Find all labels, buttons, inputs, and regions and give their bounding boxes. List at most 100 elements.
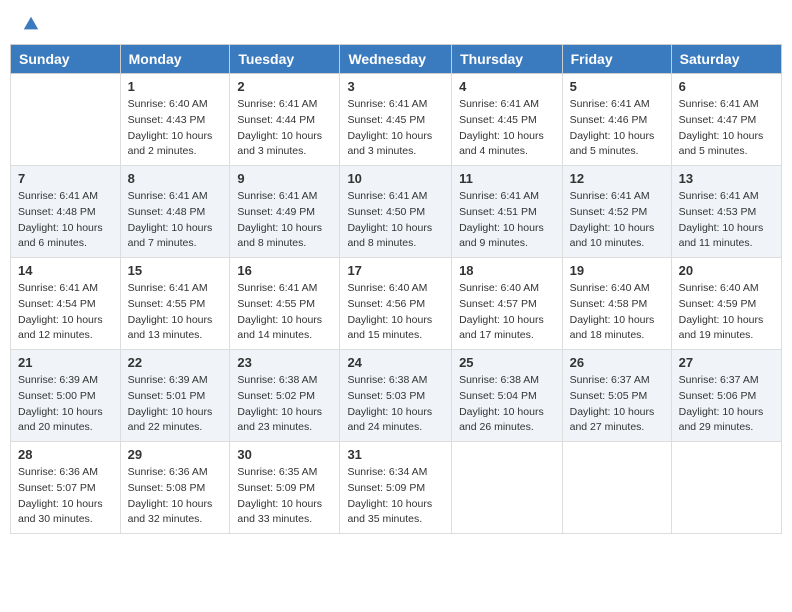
calendar-cell: 21 Sunrise: 6:39 AM Sunset: 5:00 PM Dayli…: [11, 350, 121, 442]
calendar-cell: 6Sunrise: 6:41 AM Sunset: 4:47 PM Daylig…: [671, 74, 781, 166]
day-info: Sunrise: 6:41 AM Sunset: 4:51 PM Dayligh…: [459, 189, 555, 252]
calendar-cell: 1 Sunrise: 6:40 AM Sunset: 4:43 PM Daylig…: [120, 74, 230, 166]
calendar-cell: 9 Sunrise: 6:41 AM Sunset: 4:49 PM Daylig…: [230, 166, 340, 258]
day-number: 26: [570, 355, 664, 370]
calendar-cell: 27Sunrise: 6:37 AM Sunset: 5:06 PM Dayli…: [671, 350, 781, 442]
day-info: Sunrise: 6:41 AM Sunset: 4:44 PM Dayligh…: [237, 97, 332, 160]
day-number: 13: [679, 171, 774, 186]
calendar-cell: 26 Sunrise: 6:37 AM Sunset: 5:05 PM Dayli…: [562, 350, 671, 442]
calendar-cell: [671, 442, 781, 534]
day-info: Sunrise: 6:40 AM Sunset: 4:43 PM Dayligh…: [128, 97, 223, 160]
day-info: Sunrise: 6:37 AM Sunset: 5:05 PM Dayligh…: [570, 373, 664, 436]
day-info: Sunrise: 6:38 AM Sunset: 5:03 PM Dayligh…: [347, 373, 444, 436]
calendar-cell: 30 Sunrise: 6:35 AM Sunset: 5:09 PM Dayli…: [230, 442, 340, 534]
day-number: 20: [679, 263, 774, 278]
day-number: 11: [459, 171, 555, 186]
day-number: 16: [237, 263, 332, 278]
day-number: 3: [347, 79, 444, 94]
day-info: Sunrise: 6:41 AM Sunset: 4:49 PM Dayligh…: [237, 189, 332, 252]
calendar-cell: [11, 74, 121, 166]
day-info: Sunrise: 6:41 AM Sunset: 4:53 PM Dayligh…: [679, 189, 774, 252]
calendar-cell: 23Sunrise: 6:38 AM Sunset: 5:02 PM Dayli…: [230, 350, 340, 442]
day-info: Sunrise: 6:38 AM Sunset: 5:04 PM Dayligh…: [459, 373, 555, 436]
calendar-cell: 20 Sunrise: 6:40 AM Sunset: 4:59 PM Dayli…: [671, 258, 781, 350]
calendar-week-row: 1 Sunrise: 6:40 AM Sunset: 4:43 PM Daylig…: [11, 74, 782, 166]
calendar-cell: 31 Sunrise: 6:34 AM Sunset: 5:09 PM Dayli…: [340, 442, 452, 534]
col-header-wednesday: Wednesday: [340, 45, 452, 74]
calendar-cell: [452, 442, 563, 534]
calendar-cell: 24 Sunrise: 6:38 AM Sunset: 5:03 PM Dayli…: [340, 350, 452, 442]
day-number: 21: [18, 355, 113, 370]
calendar-week-row: 28Sunrise: 6:36 AM Sunset: 5:07 PM Dayli…: [11, 442, 782, 534]
day-number: 22: [128, 355, 223, 370]
day-info: Sunrise: 6:41 AM Sunset: 4:50 PM Dayligh…: [347, 189, 444, 252]
day-number: 25: [459, 355, 555, 370]
day-number: 8: [128, 171, 223, 186]
calendar-cell: 12 Sunrise: 6:41 AM Sunset: 4:52 PM Dayli…: [562, 166, 671, 258]
calendar-cell: 2 Sunrise: 6:41 AM Sunset: 4:44 PM Daylig…: [230, 74, 340, 166]
day-number: 17: [347, 263, 444, 278]
calendar-cell: 19Sunrise: 6:40 AM Sunset: 4:58 PM Dayli…: [562, 258, 671, 350]
day-info: Sunrise: 6:41 AM Sunset: 4:52 PM Dayligh…: [570, 189, 664, 252]
calendar-cell: 4 Sunrise: 6:41 AM Sunset: 4:45 PM Daylig…: [452, 74, 563, 166]
day-info: Sunrise: 6:38 AM Sunset: 5:02 PM Dayligh…: [237, 373, 332, 436]
day-info: Sunrise: 6:41 AM Sunset: 4:55 PM Dayligh…: [237, 281, 332, 344]
calendar-header-row: SundayMondayTuesdayWednesdayThursdayFrid…: [11, 45, 782, 74]
calendar-cell: 17 Sunrise: 6:40 AM Sunset: 4:56 PM Dayli…: [340, 258, 452, 350]
day-number: 18: [459, 263, 555, 278]
day-info: Sunrise: 6:37 AM Sunset: 5:06 PM Dayligh…: [679, 373, 774, 436]
day-number: 15: [128, 263, 223, 278]
day-number: 5: [570, 79, 664, 94]
day-info: Sunrise: 6:34 AM Sunset: 5:09 PM Dayligh…: [347, 465, 444, 528]
day-info: Sunrise: 6:39 AM Sunset: 5:00 PM Dayligh…: [18, 373, 113, 436]
day-number: 14: [18, 263, 113, 278]
day-number: 24: [347, 355, 444, 370]
calendar-week-row: 7 Sunrise: 6:41 AM Sunset: 4:48 PM Daylig…: [11, 166, 782, 258]
day-number: 28: [18, 447, 113, 462]
day-info: Sunrise: 6:40 AM Sunset: 4:56 PM Dayligh…: [347, 281, 444, 344]
calendar-week-row: 21 Sunrise: 6:39 AM Sunset: 5:00 PM Dayli…: [11, 350, 782, 442]
calendar-cell: 13 Sunrise: 6:41 AM Sunset: 4:53 PM Dayli…: [671, 166, 781, 258]
day-info: Sunrise: 6:40 AM Sunset: 4:59 PM Dayligh…: [679, 281, 774, 344]
col-header-tuesday: Tuesday: [230, 45, 340, 74]
calendar-cell: 15 Sunrise: 6:41 AM Sunset: 4:55 PM Dayli…: [120, 258, 230, 350]
day-info: Sunrise: 6:35 AM Sunset: 5:09 PM Dayligh…: [237, 465, 332, 528]
day-number: 6: [679, 79, 774, 94]
day-number: 30: [237, 447, 332, 462]
calendar-cell: 14 Sunrise: 6:41 AM Sunset: 4:54 PM Dayli…: [11, 258, 121, 350]
calendar-cell: 11 Sunrise: 6:41 AM Sunset: 4:51 PM Dayli…: [452, 166, 563, 258]
logo-icon: [22, 15, 40, 33]
page-header: [10, 10, 782, 34]
day-number: 2: [237, 79, 332, 94]
calendar-cell: 7 Sunrise: 6:41 AM Sunset: 4:48 PM Daylig…: [11, 166, 121, 258]
calendar-cell: 8 Sunrise: 6:41 AM Sunset: 4:48 PM Daylig…: [120, 166, 230, 258]
calendar-cell: 28Sunrise: 6:36 AM Sunset: 5:07 PM Dayli…: [11, 442, 121, 534]
day-info: Sunrise: 6:41 AM Sunset: 4:45 PM Dayligh…: [459, 97, 555, 160]
logo: [20, 15, 40, 29]
day-number: 10: [347, 171, 444, 186]
day-info: Sunrise: 6:36 AM Sunset: 5:08 PM Dayligh…: [128, 465, 223, 528]
day-number: 9: [237, 171, 332, 186]
calendar-cell: 5Sunrise: 6:41 AM Sunset: 4:46 PM Daylig…: [562, 74, 671, 166]
calendar-cell: 18 Sunrise: 6:40 AM Sunset: 4:57 PM Dayli…: [452, 258, 563, 350]
day-number: 4: [459, 79, 555, 94]
day-info: Sunrise: 6:41 AM Sunset: 4:48 PM Dayligh…: [128, 189, 223, 252]
calendar-week-row: 14 Sunrise: 6:41 AM Sunset: 4:54 PM Dayli…: [11, 258, 782, 350]
day-number: 1: [128, 79, 223, 94]
day-info: Sunrise: 6:41 AM Sunset: 4:45 PM Dayligh…: [347, 97, 444, 160]
day-info: Sunrise: 6:41 AM Sunset: 4:54 PM Dayligh…: [18, 281, 113, 344]
col-header-saturday: Saturday: [671, 45, 781, 74]
calendar-cell: 29Sunrise: 6:36 AM Sunset: 5:08 PM Dayli…: [120, 442, 230, 534]
col-header-sunday: Sunday: [11, 45, 121, 74]
day-number: 7: [18, 171, 113, 186]
col-header-monday: Monday: [120, 45, 230, 74]
calendar-table: SundayMondayTuesdayWednesdayThursdayFrid…: [10, 44, 782, 534]
day-number: 12: [570, 171, 664, 186]
calendar-cell: 10 Sunrise: 6:41 AM Sunset: 4:50 PM Dayli…: [340, 166, 452, 258]
day-info: Sunrise: 6:41 AM Sunset: 4:55 PM Dayligh…: [128, 281, 223, 344]
col-header-friday: Friday: [562, 45, 671, 74]
day-info: Sunrise: 6:40 AM Sunset: 4:57 PM Dayligh…: [459, 281, 555, 344]
day-info: Sunrise: 6:41 AM Sunset: 4:48 PM Dayligh…: [18, 189, 113, 252]
calendar-cell: 22Sunrise: 6:39 AM Sunset: 5:01 PM Dayli…: [120, 350, 230, 442]
day-number: 31: [347, 447, 444, 462]
